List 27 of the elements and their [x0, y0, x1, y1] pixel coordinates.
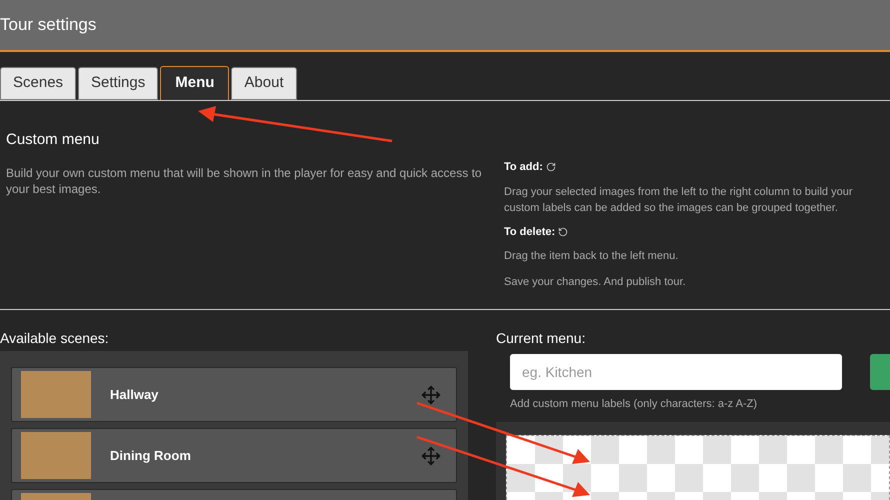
section-heading: Custom menu: [6, 130, 100, 150]
scene-name: Hallway: [110, 386, 158, 404]
rotate-clockwise-icon: [546, 162, 556, 172]
photo-placeholder: [21, 432, 91, 479]
tab[interactable]: Settings: [78, 67, 158, 100]
help-text: Drag the item back to the left menu.: [504, 249, 680, 264]
column-label: Available scenes:: [0, 329, 110, 348]
rotate-counterclockwise-icon: [558, 226, 568, 237]
help-text: Drag your selected images from the left to the right column to build your: [504, 184, 854, 200]
tab[interactable]: Menu: [160, 66, 230, 100]
tab[interactable]: Scenes: [0, 67, 76, 100]
move-icon[interactable]: [421, 446, 441, 466]
photo-placeholder: [21, 371, 91, 418]
window-title: Tour settings: [0, 14, 96, 36]
scene-row[interactable]: Dining Room: [11, 428, 457, 483]
help-text: Save your changes. And publish tour.: [504, 275, 687, 290]
description-text: Build your own custom menu that will be shown in the player for easy and quick access to your best images.: [6, 164, 483, 196]
help-title: To add:: [504, 160, 543, 175]
help-title: To delete:: [504, 224, 556, 240]
scene-row[interactable]: Hallway: [11, 367, 457, 422]
column-label: Current menu:: [496, 329, 586, 348]
tab[interactable]: About: [231, 67, 297, 100]
scene-name: Dining Room: [110, 446, 191, 465]
label-input-field[interactable]: eg. Kitchen: [510, 354, 842, 390]
move-icon[interactable]: [421, 384, 441, 404]
help-text: custom labels can be added so the images can be grouped together.: [504, 200, 839, 216]
hint-text: Add custom menu labels (only characters: a-z A-Z): [510, 397, 758, 412]
